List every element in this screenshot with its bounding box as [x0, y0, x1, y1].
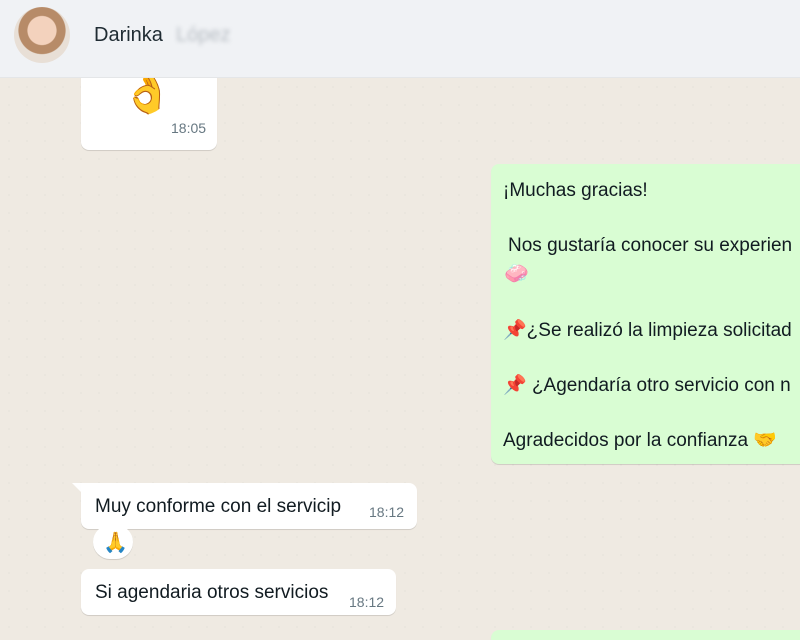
- chat-header: Darinka López: [0, 0, 800, 78]
- message-time: 18:12: [349, 594, 385, 610]
- ok-hand-emoji: 👌: [121, 78, 174, 115]
- pushpin-icon: 📌: [503, 375, 527, 396]
- message-line: Nos gustaría conocer su experien: [508, 235, 793, 256]
- message-text: Si agendaria otros servicios: [95, 582, 329, 603]
- message-time: 18:12: [369, 504, 405, 520]
- soap-emoji: 🧼: [504, 263, 529, 285]
- message-line: 📌¿Se realizó la limpieza solicitad: [503, 320, 792, 341]
- reaction-badge[interactable]: 🙏: [93, 525, 133, 559]
- incoming-message[interactable]: Si agendaria otros servicios 18:12: [81, 569, 396, 615]
- pushpin-icon: 📌: [503, 320, 527, 341]
- handshake-emoji: 🤝: [753, 430, 777, 451]
- contact-avatar[interactable]: [14, 7, 70, 63]
- message-line: ¡Muchas gracias!: [503, 180, 648, 201]
- praying-hands-emoji: 🙏: [103, 532, 128, 554]
- incoming-message[interactable]: 👌 18:05: [81, 78, 217, 150]
- outgoing-message[interactable]: [491, 630, 800, 640]
- message-line: 📌 ¿Agendaría otro servicio con n: [503, 375, 791, 396]
- message-text: Muy conforme con el servicip: [95, 496, 342, 517]
- message-line: Agradecidos por la confianza 🤝: [503, 430, 777, 451]
- contact-surname-blurred: López: [176, 24, 231, 46]
- incoming-message[interactable]: Muy conforme con el servicip 18:12: [81, 483, 417, 529]
- message-time: 18:05: [171, 120, 207, 136]
- contact-name[interactable]: Darinka: [94, 24, 163, 47]
- message-list[interactable]: 👌 18:05 ¡Muchas gracias! Nos gustaría co…: [0, 78, 800, 640]
- outgoing-message[interactable]: ¡Muchas gracias! Nos gustaría conocer su…: [491, 164, 800, 464]
